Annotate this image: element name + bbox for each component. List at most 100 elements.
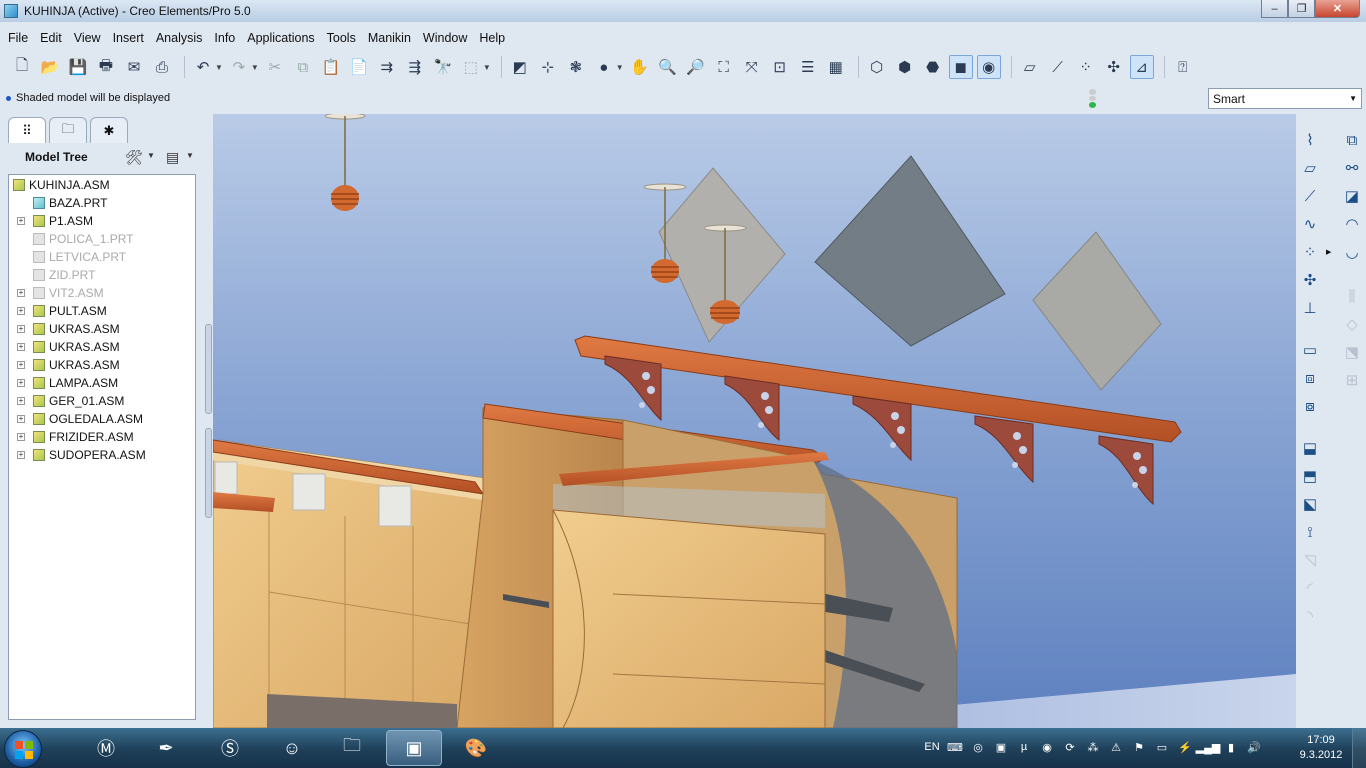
create-component-icon[interactable]: ◪: [1340, 184, 1364, 208]
copy-geometry-icon[interactable]: ⧉: [1340, 128, 1364, 152]
tree-item[interactable]: + OGLEDALA.ASM: [9, 410, 195, 428]
maxthon-icon[interactable]: Ⓜ: [78, 730, 134, 766]
paste-special-icon[interactable]: 📄: [347, 55, 371, 79]
extrude-icon[interactable]: ⬓: [1298, 436, 1322, 460]
email-icon[interactable]: ✉: [122, 55, 146, 79]
selection-filter-select[interactable]: Smart ▼: [1208, 88, 1362, 109]
repaint-icon[interactable]: ◩: [508, 55, 532, 79]
menu-info[interactable]: Info: [208, 31, 241, 45]
tree-item[interactable]: + SUDOPERA.ASM: [9, 446, 195, 464]
expand-icon[interactable]: +: [17, 397, 25, 405]
volume-icon[interactable]: 🔊: [1244, 736, 1264, 758]
surface-icon[interactable]: ◠: [1340, 212, 1364, 236]
security-icon[interactable]: ⚠: [1106, 736, 1126, 758]
display-icon[interactable]: ▭: [1152, 736, 1172, 758]
orient-mode-icon[interactable]: ❃: [564, 55, 588, 79]
menu-file[interactable]: File: [2, 31, 34, 45]
show-desktop-button[interactable]: [1352, 728, 1366, 768]
refit-icon[interactable]: ⛶: [712, 55, 736, 79]
context-help-icon[interactable]: ⍰: [1171, 55, 1195, 79]
appearance-dropdown-icon[interactable]: ▼: [616, 63, 624, 72]
action-center-flag-icon[interactable]: ⚑: [1129, 736, 1149, 758]
shell-icon[interactable]: ⧈: [1298, 366, 1322, 390]
graphics-window[interactable]: [213, 114, 1296, 728]
datum-curve-icon[interactable]: ∿: [1298, 212, 1322, 236]
battery-icon[interactable]: ▮: [1221, 736, 1241, 758]
menu-window[interactable]: Window: [417, 31, 473, 45]
signal-strength-icon[interactable]: ▂▄▆: [1196, 736, 1221, 758]
chevron-down-icon[interactable]: ▼: [186, 151, 194, 160]
panel-collapse-handle[interactable]: [205, 428, 212, 518]
tree-item[interactable]: LETVICA.PRT: [9, 248, 195, 266]
pan-hand-icon[interactable]: ✋: [628, 55, 652, 79]
vso-icon[interactable]: ▣: [991, 736, 1011, 758]
select-box-icon[interactable]: ⬚: [459, 55, 483, 79]
tree-item[interactable]: + UKRAS.ASM: [9, 356, 195, 374]
menu-help[interactable]: Help: [473, 31, 511, 45]
regenerate-manager-icon[interactable]: ⇶: [403, 55, 427, 79]
menu-edit[interactable]: Edit: [34, 31, 68, 45]
find-icon[interactable]: 🔭: [431, 55, 455, 79]
open-folder-icon[interactable]: 📂: [38, 55, 62, 79]
datum-point-tool-icon[interactable]: ⁘: [1298, 240, 1322, 264]
assemble-icon[interactable]: ⚯: [1340, 156, 1364, 180]
mirror-icon[interactable]: ⫼: [1340, 284, 1364, 308]
utorrent-icon[interactable]: µ: [1014, 736, 1034, 758]
messenger-icon[interactable]: ☺: [264, 730, 320, 766]
sketch-icon[interactable]: ⌇: [1298, 128, 1322, 152]
language-indicator[interactable]: EN: [922, 736, 942, 758]
datum-points-icon[interactable]: ⁘: [1074, 55, 1098, 79]
tree-settings-icon[interactable]: 🛠: [125, 149, 143, 166]
maximize-button[interactable]: ❐: [1288, 0, 1315, 18]
layers-icon[interactable]: ☰: [796, 55, 820, 79]
network-share-icon[interactable]: ⁂: [1083, 736, 1103, 758]
zoom-in-icon[interactable]: 🔍: [656, 55, 680, 79]
coordinate-system-tool-icon[interactable]: ✣: [1298, 268, 1322, 292]
menu-tools[interactable]: Tools: [321, 31, 362, 45]
select-dropdown-icon[interactable]: ▼: [483, 63, 491, 72]
tree-item[interactable]: + UKRAS.ASM: [9, 338, 195, 356]
round-icon[interactable]: ◹: [1298, 548, 1322, 572]
datum-point-dropdown-icon[interactable]: ▶: [1326, 248, 1331, 256]
expand-icon[interactable]: +: [17, 415, 25, 423]
tab-model-tree[interactable]: ⠿: [8, 117, 46, 143]
print-icon[interactable]: 🖶: [94, 55, 118, 79]
menu-manikin[interactable]: Manikin: [362, 31, 417, 45]
expand-icon[interactable]: +: [17, 217, 25, 225]
datum-plane-tool-icon[interactable]: ▱: [1298, 156, 1322, 180]
undo-icon[interactable]: ↶: [191, 55, 215, 79]
zoom-out-icon[interactable]: 🔎: [684, 55, 708, 79]
no-hidden-icon[interactable]: ⬣: [921, 55, 945, 79]
analysis-feature-icon[interactable]: ⊥: [1298, 296, 1322, 320]
tree-item[interactable]: KUHINJA.ASM: [9, 176, 195, 194]
system-clock[interactable]: 17:09 9.3.2012: [1298, 733, 1344, 763]
tree-item[interactable]: + VIT2.ASM: [9, 284, 195, 302]
start-button[interactable]: [4, 730, 42, 768]
expand-icon[interactable]: +: [17, 307, 25, 315]
sweep-icon[interactable]: ⬕: [1298, 492, 1322, 516]
enhanced-realism-icon[interactable]: ◉: [976, 55, 1001, 79]
panel-sash-handle[interactable]: [205, 324, 212, 414]
draft-icon[interactable]: ⟟: [1298, 520, 1322, 544]
menu-applications[interactable]: Applications: [241, 31, 320, 45]
regenerate-icon[interactable]: ⇉: [375, 55, 399, 79]
tree-item[interactable]: + LAMPA.ASM: [9, 374, 195, 392]
tab-folder-browser[interactable]: 🗀: [49, 117, 87, 143]
inkscape-icon[interactable]: ✒: [138, 730, 194, 766]
menu-view[interactable]: View: [68, 31, 107, 45]
green-status-icon[interactable]: ◉: [1037, 736, 1057, 758]
paste-icon[interactable]: 📋: [319, 55, 343, 79]
annotations-icon[interactable]: ⊿: [1129, 55, 1154, 79]
expand-icon[interactable]: +: [17, 343, 25, 351]
pattern-icon[interactable]: ⊞: [1340, 368, 1364, 392]
tree-item[interactable]: + UKRAS.ASM: [9, 320, 195, 338]
expand-icon[interactable]: +: [17, 379, 25, 387]
expand-icon[interactable]: +: [17, 325, 25, 333]
wireframe-icon[interactable]: ⬡: [865, 55, 889, 79]
power-plan-icon[interactable]: ⚡: [1175, 736, 1195, 758]
blend-icon[interactable]: ◝: [1298, 604, 1322, 628]
datum-axes-icon[interactable]: ⟋: [1046, 55, 1070, 79]
save-icon[interactable]: 💾: [66, 55, 90, 79]
tree-item[interactable]: POLICA_1.PRT: [9, 230, 195, 248]
keyboard-icon[interactable]: ⌨: [945, 736, 965, 758]
